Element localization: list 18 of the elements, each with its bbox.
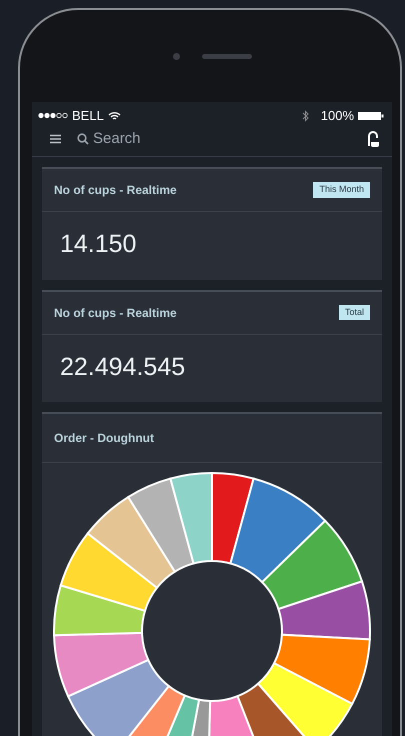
signal-icon [38,112,68,120]
menu-icon[interactable] [50,134,61,144]
battery-icon [358,110,384,121]
speaker-icon [202,54,252,58]
battery-percent: 100% [320,107,354,125]
stat-value: 22.494.545 [59,352,186,382]
camera-icon [172,52,180,60]
panel-title: Order - Doughnut [54,431,154,445]
bluetooth-icon [302,110,309,122]
panel-title: No of cups - Realtime [54,304,177,322]
search-icon [77,132,89,145]
search-field[interactable]: Search [93,128,213,150]
carrier-name: BELL [72,107,104,125]
wifi-icon [108,110,121,121]
panel-title: No of cups - Realtime [54,182,177,199]
period-tag: This Month [313,182,370,198]
period-tag: Total [338,304,370,320]
stat-value: 14.150 [59,229,138,260]
